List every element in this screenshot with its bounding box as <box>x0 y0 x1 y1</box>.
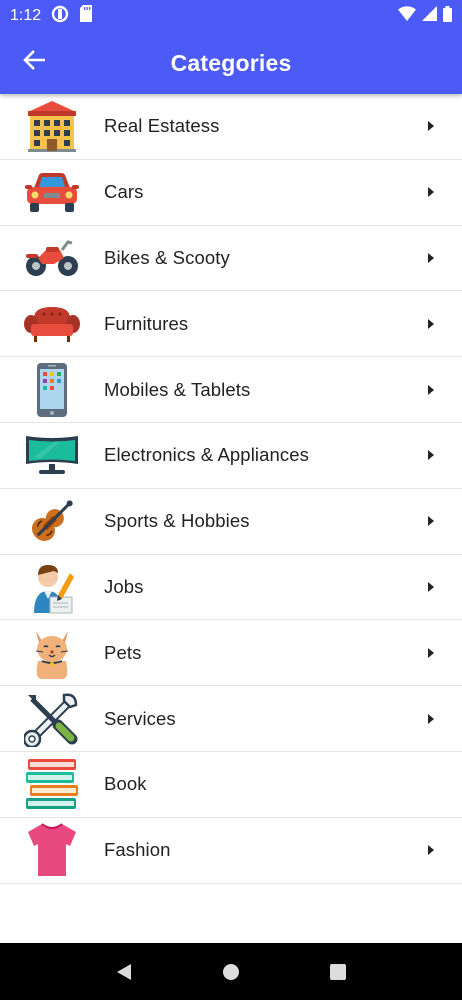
app-header: 1:12 Categories <box>0 0 462 94</box>
chevron-right-icon <box>428 647 434 658</box>
category-item-electronics[interactable]: Electronics & Appliances <box>0 423 462 489</box>
category-label: Real Estatess <box>104 115 220 137</box>
back-triangle-icon[interactable] <box>104 952 144 992</box>
car-icon <box>23 163 81 221</box>
books-icon <box>23 755 81 813</box>
recents-square-icon[interactable] <box>318 952 358 992</box>
system-nav-bar <box>0 943 462 1000</box>
battery-icon <box>443 5 452 27</box>
cat-icon <box>23 624 81 682</box>
tshirt-icon <box>23 821 81 879</box>
app-bar: Categories <box>0 32 462 94</box>
monitor-icon <box>23 426 81 484</box>
status-time: 1:12 <box>10 7 42 24</box>
chevron-right-icon <box>428 384 434 395</box>
category-label: Book <box>104 773 147 795</box>
chevron-right-icon <box>428 187 434 198</box>
category-label: Sports & Hobbies <box>104 510 250 532</box>
category-item-fashion[interactable]: Fashion <box>0 818 462 884</box>
category-label: Fashion <box>104 839 171 861</box>
motorbike-icon <box>23 229 81 287</box>
category-label: Jobs <box>104 575 144 597</box>
category-label: Electronics & Appliances <box>104 444 309 466</box>
page-title: Categories <box>170 49 292 76</box>
chevron-right-icon <box>428 516 434 527</box>
category-label: Furnitures <box>104 312 189 334</box>
category-list: Real Estatess Cars Bikes & Scooty Furnit… <box>0 94 462 884</box>
category-label: Pets <box>104 641 142 663</box>
chevron-right-icon <box>428 581 434 592</box>
smartphone-icon <box>23 361 81 419</box>
category-item-furnitures[interactable]: Furnitures <box>0 291 462 358</box>
category-label: Cars <box>104 181 144 203</box>
category-item-sports[interactable]: Sports & Hobbies <box>0 489 462 555</box>
violin-icon <box>23 492 81 550</box>
arrow-left-icon <box>23 49 46 75</box>
job-person-icon <box>23 558 81 616</box>
home-circle-icon[interactable] <box>211 952 251 992</box>
category-label: Services <box>104 707 176 729</box>
category-label: Mobiles & Tablets <box>104 378 251 400</box>
sofa-icon <box>23 295 81 353</box>
sd-card-icon <box>79 5 93 27</box>
category-item-bikes[interactable]: Bikes & Scooty <box>0 226 462 292</box>
wifi-icon <box>398 6 416 26</box>
chevron-right-icon <box>428 252 434 263</box>
data-saver-icon <box>51 5 69 28</box>
category-item-jobs[interactable]: Jobs <box>0 555 462 621</box>
category-item-real-estate[interactable]: Real Estatess <box>0 94 462 160</box>
category-item-services[interactable]: Services <box>0 686 462 752</box>
back-button[interactable] <box>18 46 50 78</box>
chevron-right-icon <box>428 845 434 856</box>
category-item-pets[interactable]: Pets <box>0 620 462 687</box>
category-item-mobiles[interactable]: Mobiles & Tablets <box>0 357 462 423</box>
chevron-right-icon <box>428 121 434 132</box>
chevron-right-icon <box>428 450 434 461</box>
chevron-right-icon <box>428 318 434 329</box>
signal-icon <box>422 6 437 26</box>
chevron-right-icon <box>428 713 434 724</box>
building-icon <box>23 97 81 155</box>
status-bar: 1:12 <box>0 0 462 32</box>
category-label: Bikes & Scooty <box>104 246 230 268</box>
category-item-book[interactable]: Book <box>0 752 462 818</box>
tools-icon <box>23 690 81 748</box>
category-item-cars[interactable]: Cars <box>0 160 462 226</box>
